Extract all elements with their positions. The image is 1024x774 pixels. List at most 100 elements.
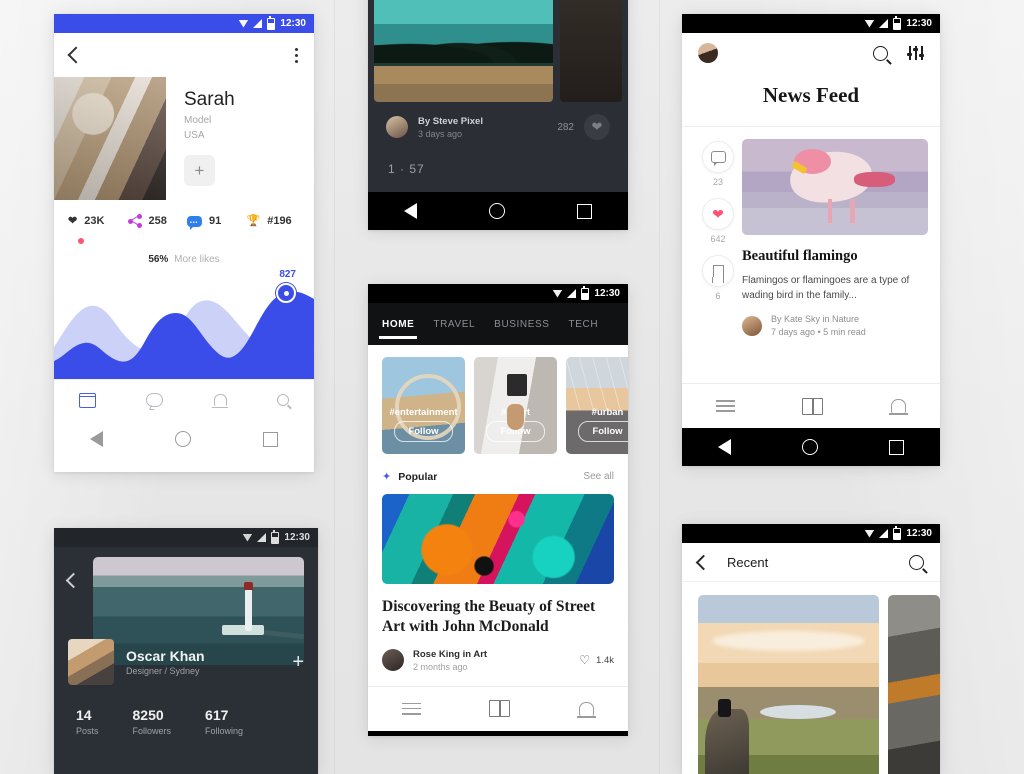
tab-home[interactable]: HOME	[378, 310, 418, 339]
phone-photo-screen: By Steve Pixel 3 days ago 282 ❤ 1 · 57	[368, 0, 628, 230]
page-title: Recent	[727, 554, 769, 570]
avatar[interactable]	[698, 43, 718, 63]
recents-icon[interactable]	[263, 431, 278, 447]
topic-card[interactable]: #entertainment Follow	[382, 357, 465, 454]
stat-rank[interactable]: 🏆 #196	[247, 215, 301, 227]
profile-stats-row: ❤ 23K 258 ••• 91 🏆 #196	[54, 200, 314, 234]
home-icon[interactable]	[489, 203, 505, 219]
recents-icon[interactable]	[889, 439, 905, 455]
home-icon[interactable]	[79, 392, 97, 408]
stat-likes-value: 23K	[84, 215, 105, 227]
messages-icon[interactable]	[146, 393, 164, 407]
like-button[interactable]: ❤	[702, 198, 734, 230]
home-icon[interactable]	[175, 431, 191, 447]
topic-card[interactable]: #sport Follow	[474, 357, 557, 454]
wifi-icon	[864, 19, 875, 28]
back-icon[interactable]	[90, 431, 103, 447]
newsfeed-app-bar	[682, 33, 940, 73]
heart-icon: ❤	[68, 214, 78, 227]
search-icon[interactable]	[909, 554, 924, 570]
article-image[interactable]	[382, 494, 614, 584]
chart-peak-marker[interactable]	[276, 283, 296, 303]
share-icon	[127, 214, 142, 228]
photo-meta-row: By Steve Pixel 3 days ago 282 ❤	[368, 102, 628, 140]
chevron-left-icon[interactable]	[65, 572, 82, 589]
tab-travel[interactable]: TRAVEL	[433, 310, 475, 339]
search-icon[interactable]	[276, 394, 289, 406]
stat-comments[interactable]: ••• 91	[187, 215, 241, 230]
notifications-icon[interactable]	[212, 394, 229, 408]
article-author: Rose King in Art	[413, 648, 488, 660]
phone-newsfeed-screen: 12:30 News Feed 23 ❤ 642 6 Beautiful fla…	[682, 14, 940, 466]
book-icon[interactable]	[489, 700, 511, 718]
stat-followers-label: Followers	[132, 726, 172, 736]
search-icon[interactable]	[873, 45, 888, 61]
bell-icon[interactable]	[576, 701, 596, 718]
photo-like-count: 282	[557, 121, 574, 133]
android-nav-bar	[368, 730, 628, 736]
post-action-rail: 23 ❤ 642 6	[694, 139, 742, 337]
heart-filled-icon[interactable]: ❤	[584, 114, 610, 140]
stat-shares-value: 258	[148, 215, 167, 227]
article-title[interactable]: Discovering the Beuaty of Street Art wit…	[368, 584, 628, 637]
tab-business[interactable]: BUSINESS	[494, 310, 549, 339]
bookmark-button[interactable]	[702, 255, 734, 287]
bottom-nav	[368, 685, 628, 731]
android-nav-bar	[368, 192, 628, 230]
topic-card-list: #entertainment Follow #sport Follow #urb…	[368, 345, 628, 454]
status-time: 12:30	[594, 288, 620, 299]
chevron-left-icon[interactable]	[695, 554, 712, 570]
chevron-left-icon[interactable]	[67, 46, 85, 64]
back-icon[interactable]	[717, 439, 731, 455]
photographer-shape	[717, 699, 731, 717]
follow-button[interactable]: Follow	[578, 421, 628, 442]
stat-likes[interactable]: ❤ 23K	[68, 215, 122, 227]
book-icon[interactable]	[802, 397, 824, 415]
profile-role: Model	[184, 115, 212, 126]
gallery-item[interactable]	[698, 595, 879, 774]
status-time: 12:30	[284, 532, 310, 543]
menu-icon[interactable]	[715, 397, 735, 416]
menu-icon[interactable]	[402, 699, 422, 718]
see-all-link[interactable]: See all	[583, 471, 614, 482]
add-friend-button[interactable]: +	[184, 155, 215, 186]
comment-button[interactable]	[702, 141, 734, 173]
comment-icon	[710, 151, 726, 166]
stat-following[interactable]: 617 Following	[205, 707, 243, 736]
newsfeed-post: 23 ❤ 642 6 Beautiful flamingo Flamingos …	[682, 127, 940, 337]
add-button[interactable]: +	[292, 652, 304, 672]
gallery-item[interactable]	[888, 595, 940, 774]
recents-icon[interactable]	[577, 203, 592, 219]
avatar	[382, 649, 404, 672]
follow-button[interactable]: Follow	[486, 421, 545, 442]
follow-button[interactable]: Follow	[394, 421, 453, 442]
battery-icon	[893, 15, 902, 30]
bottom-nav	[682, 383, 940, 428]
chart-caption-label: More likes	[174, 254, 220, 265]
bell-icon[interactable]	[889, 399, 909, 415]
bottom-nav	[54, 379, 314, 420]
stat-followers[interactable]: 8250 Followers	[133, 707, 172, 736]
hero-photo[interactable]	[374, 0, 553, 102]
home-icon[interactable]	[801, 439, 818, 455]
status-time: 12:30	[906, 18, 932, 29]
post-title[interactable]: Beautiful flamingo	[742, 235, 928, 265]
article-like-group[interactable]: ♡ 1.4k	[579, 654, 614, 666]
post-image[interactable]	[742, 139, 928, 235]
topic-card[interactable]: #urban Follow	[566, 357, 628, 454]
wifi-icon	[238, 19, 249, 28]
tab-tech[interactable]: TECH	[569, 310, 599, 339]
signal-icon	[253, 19, 263, 28]
sliders-icon[interactable]	[907, 46, 924, 60]
stat-shares[interactable]: 258	[127, 214, 182, 228]
kebab-menu-icon[interactable]	[295, 47, 298, 63]
stat-posts[interactable]: 14 Posts	[76, 707, 99, 736]
likes-area-chart[interactable]: 827	[54, 269, 314, 379]
article-like-count: 1.4k	[596, 654, 614, 666]
trophy-icon: 🏆	[246, 214, 261, 227]
phone-profile-screen: 12:30 Sarah Model USA + ❤ 23K 258 ••• 91…	[54, 14, 314, 472]
hero-photo-next[interactable]	[560, 0, 622, 102]
layout-seam	[659, 0, 660, 774]
active-indicator-dot	[78, 238, 84, 244]
back-icon[interactable]	[404, 203, 417, 219]
